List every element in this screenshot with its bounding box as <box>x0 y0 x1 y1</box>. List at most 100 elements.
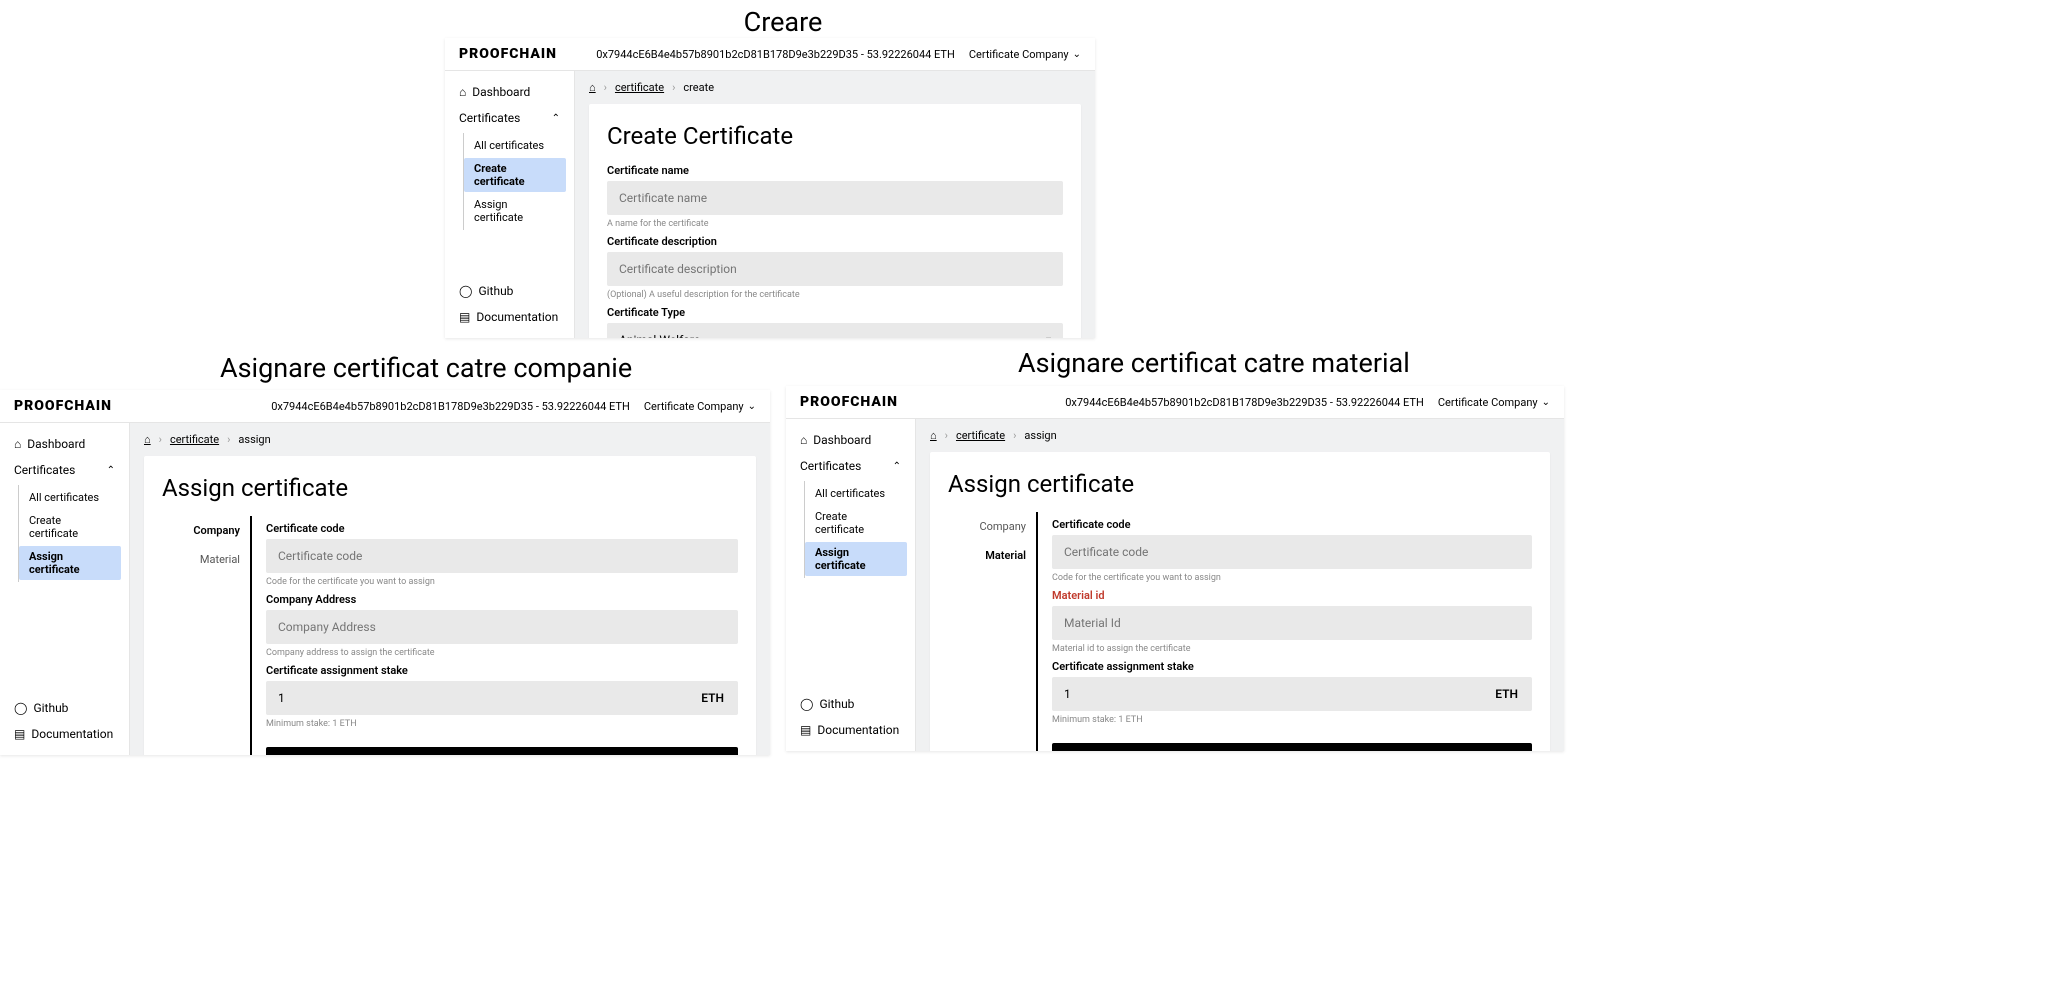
home-icon: ⌂ <box>800 433 807 447</box>
select-cert-type[interactable]: Animal Welfare ▾ <box>607 323 1063 338</box>
label-cert-name: Certificate name <box>607 164 1063 177</box>
label-stake: Certificate assignment stake <box>266 664 738 677</box>
sidebar-label-github: Github <box>33 701 68 715</box>
home-icon: ⌂ <box>14 437 21 451</box>
sidebar-item-dashboard[interactable]: ⌂ Dashboard <box>794 429 907 451</box>
assign-panel: Assign certificate Company Material Cert… <box>144 456 756 755</box>
hint-cert-code: Code for the certificate you want to ass… <box>266 577 738 587</box>
sidebar-label-dashboard: Dashboard <box>472 85 530 99</box>
sidebar-item-github[interactable]: ◯ Github <box>794 693 907 715</box>
breadcrumb-home[interactable]: ⌂ <box>930 429 937 442</box>
company-selector[interactable]: Certificate Company ⌄ <box>644 400 756 413</box>
book-icon: ▤ <box>800 723 811 737</box>
label-material-id: Material id <box>1052 589 1532 602</box>
section-title-assign-company: Asignare certificat catre companie <box>220 352 632 384</box>
chevron-down-icon: ⌄ <box>1073 49 1081 60</box>
breadcrumb-sep: › <box>227 433 230 446</box>
input-stake[interactable] <box>266 681 687 715</box>
book-icon: ▤ <box>14 727 25 741</box>
logo: PROOFCHAIN <box>14 398 112 414</box>
tab-material[interactable]: Material <box>948 541 1036 570</box>
label-cert-type: Certificate Type <box>607 306 1063 319</box>
breadcrumb-home[interactable]: ⌂ <box>589 81 596 94</box>
sidebar-sub-create[interactable]: Create certificate <box>19 510 121 544</box>
input-cert-desc[interactable] <box>607 252 1063 286</box>
breadcrumb: ⌂ › certificate › assign <box>916 419 1564 452</box>
tab-company[interactable]: Company <box>948 512 1036 541</box>
github-icon: ◯ <box>459 284 472 298</box>
sidebar-label-github: Github <box>478 284 513 298</box>
sidebar-label-doc: Documentation <box>31 727 113 741</box>
assign-certificate-button[interactable]: Assign Certificate <box>266 747 738 755</box>
top-bar: PROOFCHAIN 0x7944cE6B4e4b57b8901b2cD81B1… <box>445 38 1095 71</box>
label-cert-desc: Certificate description <box>607 235 1063 248</box>
top-right: 0x7944cE6B4e4b57b8901b2cD81B178D9e3b229D… <box>596 48 1081 61</box>
sidebar-item-certificates[interactable]: Certificates ⌃ <box>8 459 121 481</box>
breadcrumb-assign: assign <box>238 433 270 446</box>
sidebar-label-doc: Documentation <box>817 723 899 737</box>
sidebar-sub-create[interactable]: Create certificate <box>805 506 907 540</box>
company-selector[interactable]: Certificate Company ⌄ <box>1438 396 1550 409</box>
assign-panel: Assign certificate Company Material Cert… <box>930 452 1550 751</box>
caret-down-icon: ▾ <box>1046 335 1051 339</box>
home-icon: ⌂ <box>459 85 466 99</box>
top-right: 0x7944cE6B4e4b57b8901b2cD81B178D9e3b229D… <box>1065 396 1550 409</box>
sidebar-sub-assign[interactable]: Assign certificate <box>19 546 121 580</box>
hint-cert-desc: (Optional) A useful description for the … <box>607 290 1063 300</box>
input-cert-name[interactable] <box>607 181 1063 215</box>
sidebar-item-github[interactable]: ◯ Github <box>8 697 121 719</box>
tab-material[interactable]: Material <box>162 545 250 574</box>
label-cert-code: Certificate code <box>266 522 738 535</box>
breadcrumb-sep: › <box>672 81 675 94</box>
sidebar-item-certificates[interactable]: Certificates ⌃ <box>794 455 907 477</box>
input-company-address[interactable] <box>266 610 738 644</box>
hint-stake: Minimum stake: 1 ETH <box>266 719 738 729</box>
breadcrumb-sep: › <box>604 81 607 94</box>
sidebar-item-certificates[interactable]: Certificates ⌃ <box>453 107 566 129</box>
sidebar-item-documentation[interactable]: ▤ Documentation <box>794 719 907 741</box>
hint-company-address: Company address to assign the certificat… <box>266 648 738 658</box>
sidebar-sub-assign[interactable]: Assign certificate <box>805 542 907 576</box>
sidebar-item-dashboard[interactable]: ⌂ Dashboard <box>8 433 121 455</box>
sidebar: ⌂ Dashboard Certificates ⌃ All certifica… <box>786 419 916 751</box>
book-icon: ▤ <box>459 310 470 324</box>
input-material-id[interactable] <box>1052 606 1532 640</box>
page-title: Create Certificate <box>607 122 1063 150</box>
github-icon: ◯ <box>14 701 27 715</box>
sidebar-sub-create[interactable]: Create certificate <box>464 158 566 192</box>
tab-company[interactable]: Company <box>162 516 250 545</box>
sidebar-item-documentation[interactable]: ▤ Documentation <box>8 723 121 745</box>
stake-row: ETH <box>1052 677 1532 711</box>
top-bar: PROOFCHAIN 0x7944cE6B4e4b57b8901b2cD81B1… <box>0 390 770 423</box>
input-stake[interactable] <box>1052 677 1481 711</box>
stake-unit: ETH <box>687 691 738 705</box>
sidebar-sub-assign[interactable]: Assign certificate <box>464 194 566 228</box>
hint-material-id: Material id to assign the certificate <box>1052 644 1532 654</box>
breadcrumb-home[interactable]: ⌂ <box>144 433 151 446</box>
sidebar-item-github[interactable]: ◯ Github <box>453 280 566 302</box>
top-bar: PROOFCHAIN 0x7944cE6B4e4b57b8901b2cD81B1… <box>786 386 1564 419</box>
sidebar-item-dashboard[interactable]: ⌂ Dashboard <box>453 81 566 103</box>
hint-stake: Minimum stake: 1 ETH <box>1052 715 1532 725</box>
input-cert-code[interactable] <box>1052 535 1532 569</box>
label-company-address: Company Address <box>266 593 738 606</box>
breadcrumb-certificate[interactable]: certificate <box>615 81 664 94</box>
sidebar-sub-all[interactable]: All certificates <box>464 135 566 156</box>
input-cert-code[interactable] <box>266 539 738 573</box>
sidebar: ⌂ Dashboard Certificates ⌃ All certifica… <box>0 423 130 755</box>
logo: PROOFCHAIN <box>800 394 898 410</box>
sidebar-label-github: Github <box>819 697 854 711</box>
breadcrumb-certificate[interactable]: certificate <box>170 433 219 446</box>
breadcrumb-create: create <box>683 81 714 94</box>
assign-certificate-button[interactable]: Assign Certificate <box>1052 743 1532 751</box>
chevron-down-icon: ⌄ <box>748 401 756 412</box>
breadcrumb-certificate[interactable]: certificate <box>956 429 1005 442</box>
sidebar-item-documentation[interactable]: ▤ Documentation <box>453 306 566 328</box>
sidebar-sub-all[interactable]: All certificates <box>19 487 121 508</box>
company-selector[interactable]: Certificate Company ⌄ <box>969 48 1081 61</box>
sidebar-sub-all[interactable]: All certificates <box>805 483 907 504</box>
github-icon: ◯ <box>800 697 813 711</box>
hint-cert-code: Code for the certificate you want to ass… <box>1052 573 1532 583</box>
wallet-address: 0x7944cE6B4e4b57b8901b2cD81B178D9e3b229D… <box>1065 396 1424 409</box>
content-area: ⌂ › certificate › assign Assign certific… <box>130 423 770 755</box>
